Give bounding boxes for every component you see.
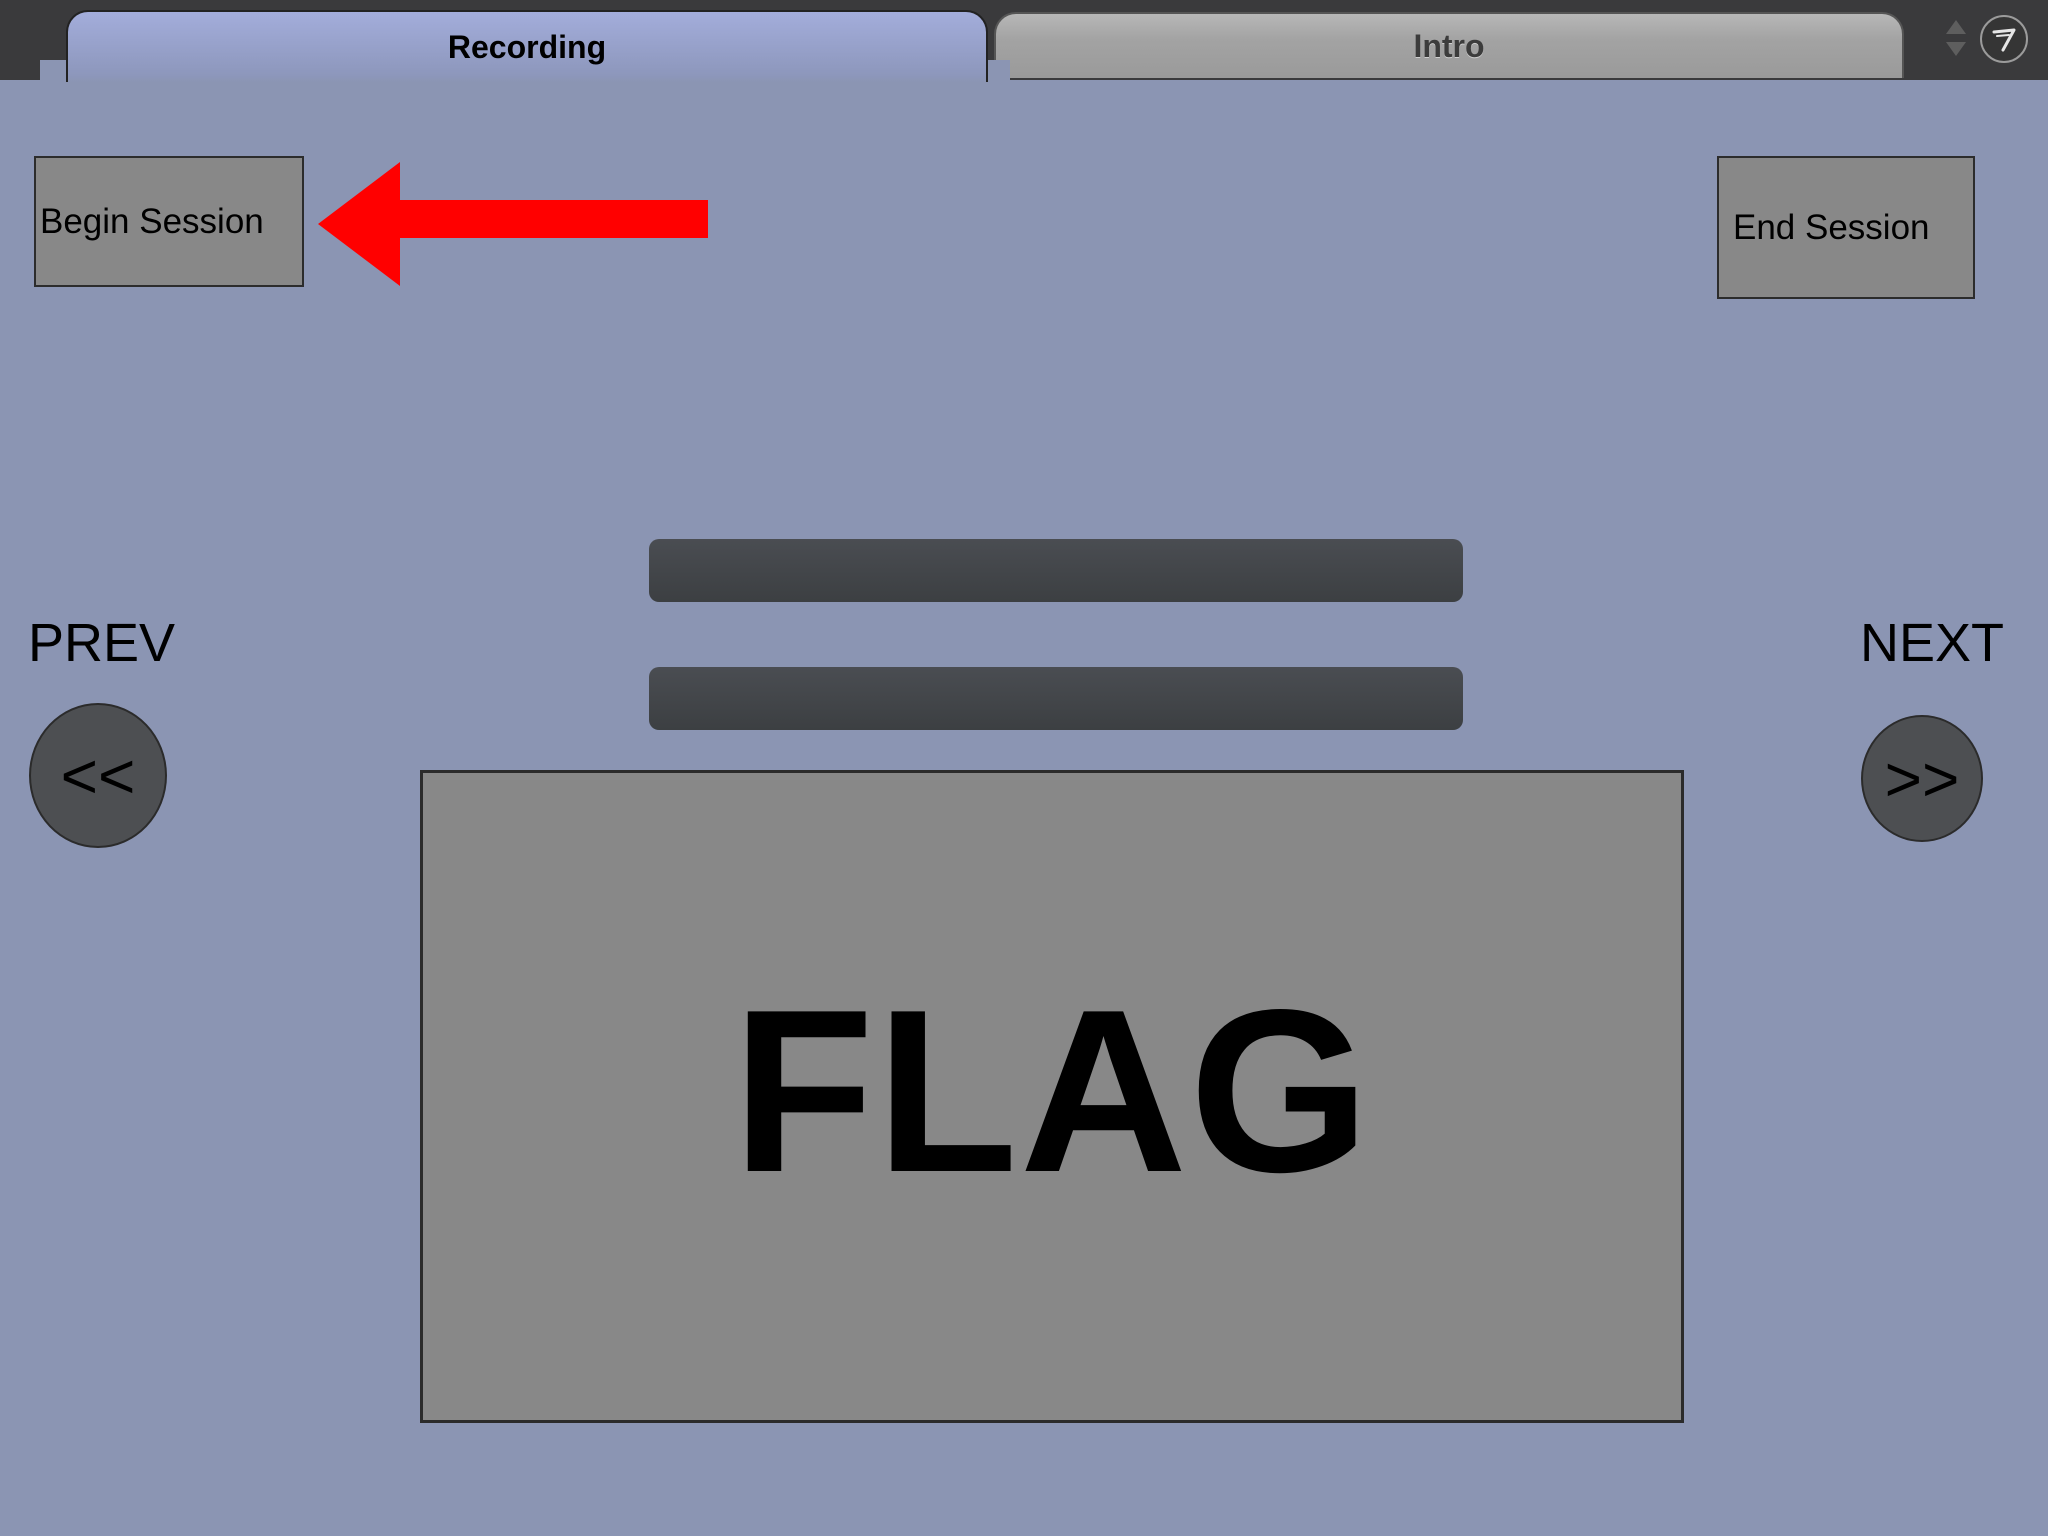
stepper-up-icon[interactable] (1946, 20, 1966, 34)
stepper-down-icon[interactable] (1946, 42, 1966, 56)
next-button-label: >> (1884, 742, 1960, 815)
prev-label: PREV (28, 613, 176, 673)
tab-recording[interactable]: Recording (66, 10, 988, 82)
next-label: NEXT (1860, 613, 2005, 673)
begin-session-label: Begin Session (40, 201, 264, 241)
status-bar-bottom (649, 667, 1463, 730)
prev-button[interactable]: << (29, 703, 167, 848)
tab-intro-label: Intro (1413, 27, 1485, 64)
word-card[interactable]: FLAG (420, 770, 1684, 1423)
logo-glyph-icon (1992, 28, 2016, 52)
status-bar-top (649, 539, 1463, 602)
word-text: FLAG (732, 962, 1372, 1221)
begin-session-button[interactable]: Begin Session (34, 156, 304, 287)
tab-recording-label: Recording (447, 28, 607, 65)
prev-button-label: << (60, 739, 136, 812)
end-session-button[interactable]: End Session (1717, 156, 1975, 299)
tab-intro[interactable]: Intro (994, 12, 1904, 78)
left-arrow-icon (318, 162, 708, 286)
app-logo-icon[interactable] (1980, 15, 2028, 63)
end-session-label: End Session (1733, 207, 1930, 247)
up-down-stepper-icon[interactable] (1942, 16, 1970, 60)
next-button[interactable]: >> (1861, 715, 1983, 842)
